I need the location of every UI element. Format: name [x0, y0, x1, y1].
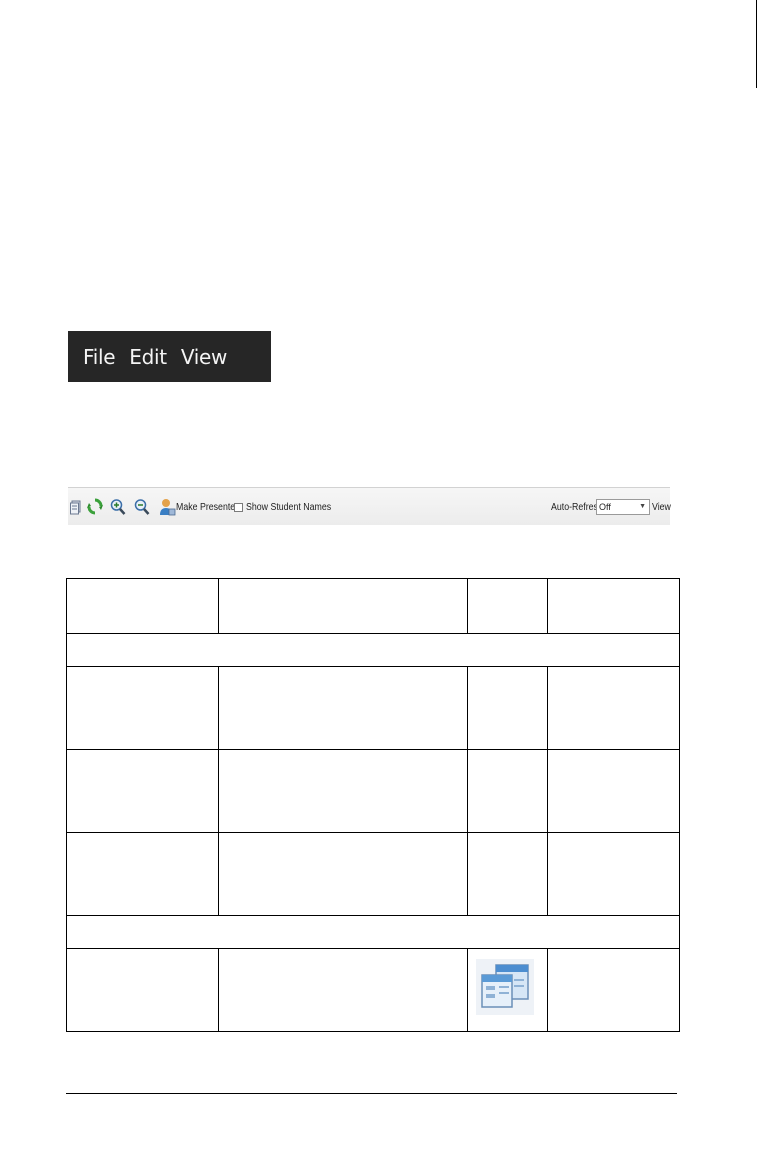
view-button[interactable]: View — [652, 498, 674, 516]
zoom-in-icon[interactable] — [110, 498, 126, 516]
table-row — [66, 832, 680, 916]
table-cell — [218, 578, 468, 634]
table-cell — [467, 666, 548, 750]
show-student-names-checkbox[interactable] — [234, 502, 243, 512]
zoom-out-icon[interactable] — [134, 498, 150, 516]
table-cell — [66, 948, 219, 1032]
menu-file[interactable]: File — [83, 347, 116, 367]
screen-view-icon — [476, 959, 534, 1015]
table-cell — [547, 666, 680, 750]
menu-bar: File Edit View — [68, 331, 271, 382]
reference-table — [66, 578, 680, 1032]
presenter-icon — [160, 499, 176, 516]
table-cell — [547, 749, 680, 833]
footer-rule — [66, 1093, 677, 1094]
table-row — [66, 666, 680, 750]
table-header-row — [66, 578, 680, 634]
table-cell — [218, 666, 468, 750]
auto-refresh-select[interactable]: Off ▼ — [596, 499, 650, 515]
toolbar: Make Presenter Show Student Names Auto-R… — [68, 487, 671, 525]
show-student-names-toggle[interactable]: Show Student Names — [234, 498, 343, 516]
document-icon[interactable] — [70, 498, 82, 516]
table-cell — [66, 578, 219, 634]
menu-edit[interactable]: Edit — [129, 347, 167, 367]
table-cell — [467, 578, 548, 634]
table-row — [66, 948, 680, 1032]
table-cell — [66, 666, 219, 750]
table-cell — [547, 578, 680, 634]
table-cell — [547, 948, 680, 1032]
table-icon-cell — [467, 948, 548, 1032]
table-cell — [547, 832, 680, 916]
table-cell — [218, 948, 468, 1032]
make-presenter-label: Make Presenter — [176, 501, 239, 513]
table-row — [66, 749, 680, 833]
show-student-names-label: Show Student Names — [246, 501, 332, 513]
table-section-row — [66, 633, 680, 667]
table-section-cell — [66, 633, 680, 667]
table-section-cell — [66, 915, 680, 949]
table-cell — [218, 832, 468, 916]
dropdown-arrow-icon: ▼ — [639, 503, 646, 510]
table-section-row — [66, 915, 680, 949]
menu-view[interactable]: View — [181, 347, 228, 367]
margin-rule — [756, 0, 757, 88]
table-cell — [218, 749, 468, 833]
view-label: View — [652, 501, 671, 513]
table-cell — [66, 832, 219, 916]
table-cell — [66, 749, 219, 833]
table-cell — [467, 749, 548, 833]
auto-refresh-value: Off — [599, 502, 611, 512]
table-cell — [467, 832, 548, 916]
refresh-icon[interactable] — [87, 498, 103, 516]
